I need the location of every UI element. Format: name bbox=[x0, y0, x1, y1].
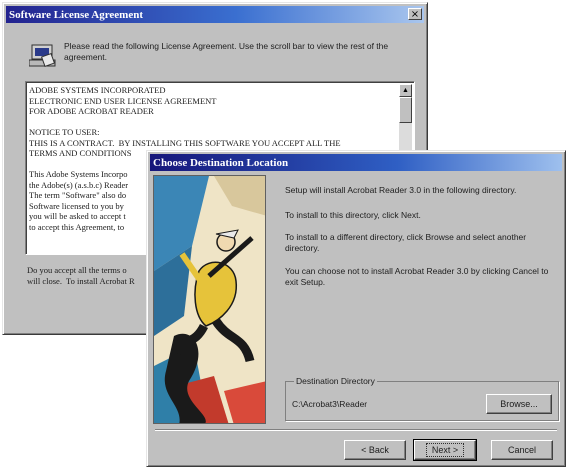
destination-directory-group: Destination Directory C:\Acrobat3\Reader… bbox=[285, 376, 559, 421]
license-title-bar[interactable]: Software License Agreement × bbox=[6, 6, 424, 23]
license-instructions: Please read the following License Agreem… bbox=[64, 41, 389, 62]
scroll-thumb[interactable] bbox=[399, 97, 412, 123]
next-button-label: Next > bbox=[425, 443, 465, 457]
scroll-up-arrow-icon[interactable]: ▲ bbox=[399, 84, 412, 97]
choose-destination-dialog: Choose Destination Location Setup will i… bbox=[146, 150, 566, 467]
destination-title-bar[interactable]: Choose Destination Location bbox=[150, 154, 562, 171]
button-separator bbox=[155, 429, 557, 431]
browse-button[interactable]: Browse... bbox=[486, 394, 552, 414]
install-here-text: To install to this directory, click Next… bbox=[285, 210, 421, 220]
browse-instructions-text: To install to a different directory, cli… bbox=[285, 232, 527, 253]
back-button[interactable]: < Back bbox=[344, 440, 406, 460]
next-button[interactable]: Next > bbox=[413, 439, 477, 461]
install-info-text: Setup will install Acrobat Reader 3.0 in… bbox=[285, 185, 517, 195]
license-close-button[interactable]: × bbox=[408, 8, 422, 20]
setup-illustration bbox=[153, 175, 266, 424]
license-accept-question: Do you accept all the terms o will close… bbox=[27, 265, 135, 286]
cancel-instructions-text: You can choose not to install Acrobat Re… bbox=[285, 266, 549, 287]
destination-directory-label: Destination Directory bbox=[294, 376, 377, 387]
license-dialog-title: Software License Agreement bbox=[9, 8, 144, 21]
destination-dialog-title: Choose Destination Location bbox=[153, 156, 289, 169]
cancel-button[interactable]: Cancel bbox=[491, 440, 553, 460]
destination-directory-path: C:\Acrobat3\Reader bbox=[292, 399, 368, 409]
setup-computer-icon bbox=[28, 43, 57, 69]
